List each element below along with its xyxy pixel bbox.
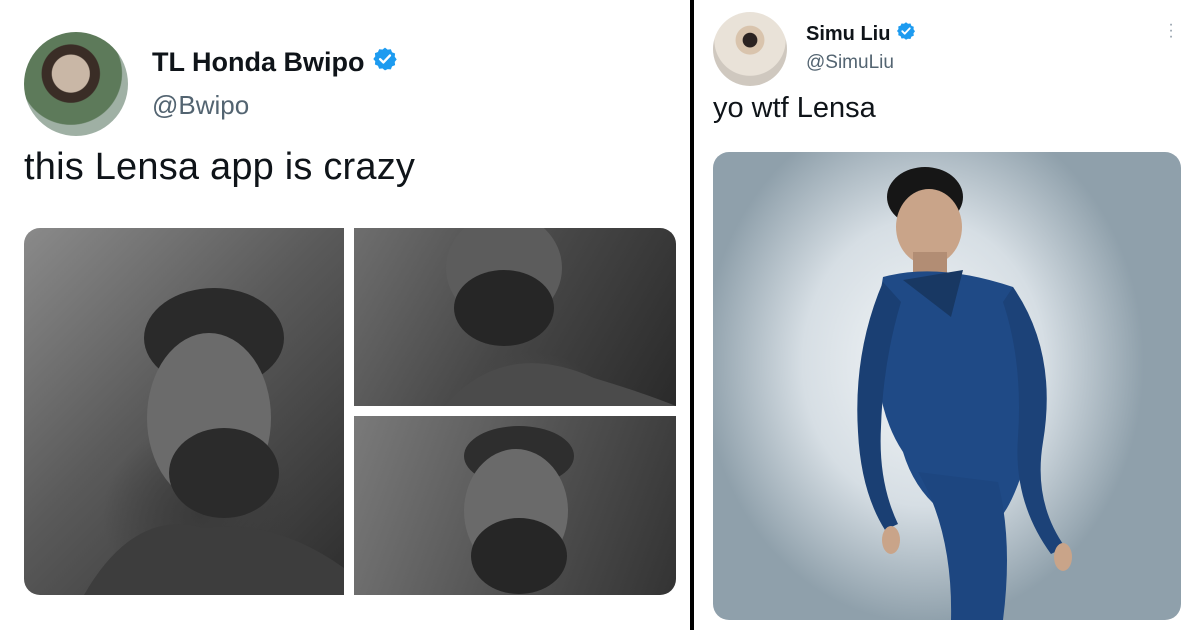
top-right-portrait-photo[interactable]	[354, 228, 676, 406]
right-display-name[interactable]: Simu Liu	[806, 23, 890, 46]
right-name-row: Simu Liu	[806, 21, 916, 47]
left-tweet-text: this Lensa app is crazy	[24, 146, 416, 188]
large-portrait-photo[interactable]	[24, 228, 344, 595]
left-handle[interactable]: @Bwipo	[152, 90, 249, 121]
left-name-row: TL Honda Bwipo	[152, 46, 398, 79]
divider	[690, 0, 694, 630]
more-options-icon[interactable]: · · ·	[1162, 17, 1180, 45]
bodysuit-portrait-photo[interactable]	[713, 152, 1181, 620]
bwipo-avatar[interactable]	[24, 32, 128, 136]
verified-badge-icon	[896, 21, 916, 47]
verified-badge-icon	[372, 46, 398, 79]
right-tweet-text: yo wtf Lensa	[713, 92, 876, 124]
bottom-right-portrait-photo[interactable]	[354, 416, 676, 595]
left-display-name[interactable]: TL Honda Bwipo	[152, 47, 364, 78]
simuliu-avatar[interactable]	[713, 12, 787, 86]
right-handle[interactable]: @SimuLiu	[806, 52, 894, 74]
